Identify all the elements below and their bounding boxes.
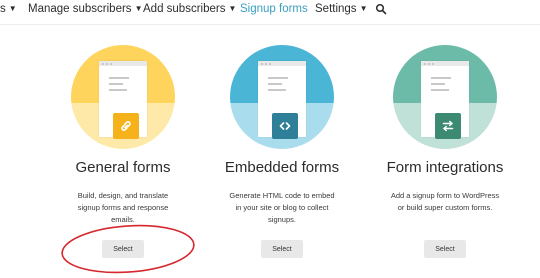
nav-item-signup-forms[interactable]: Signup forms: [240, 3, 308, 15]
general-forms-card: General forms Build, design, and transla…: [58, 45, 188, 226]
card-description: Generate HTML code to embed in your site…: [229, 191, 335, 224]
form-integrations-illustration: [393, 45, 497, 149]
caret-down-icon: ▼: [134, 4, 143, 13]
select-form-integrations-button[interactable]: Select: [424, 240, 466, 258]
nav-item-add-subscribers[interactable]: Add subscribers ▼: [143, 3, 236, 15]
caret-down-icon: ▼: [228, 4, 237, 13]
caret-down-icon: ▼: [8, 4, 17, 13]
form-integrations-card: Form integrations Add a signup form to W…: [380, 45, 510, 214]
nav-item-label: s: [0, 3, 6, 15]
card-description: Add a signup form to WordPress or build …: [390, 191, 500, 212]
top-nav: s ▼ Manage subscribers ▼ Add subscribers ▼ …: [0, 0, 540, 25]
nav-item-manage-subscribers[interactable]: Manage subscribers ▼: [28, 3, 142, 15]
nav-item-label: Signup forms: [240, 3, 308, 15]
nav-item-label: Add subscribers: [143, 3, 226, 15]
select-embedded-forms-button[interactable]: Select: [261, 240, 303, 258]
embedded-forms-card: Embedded forms Generate HTML code to emb…: [217, 45, 347, 226]
card-description: Build, design, and translate signup form…: [77, 191, 169, 224]
embedded-forms-illustration: [230, 45, 334, 149]
general-forms-illustration: [71, 45, 175, 149]
annotation-ellipse: [61, 224, 195, 274]
card-title: Embedded forms: [224, 159, 340, 176]
link-icon: [113, 113, 139, 139]
search-icon[interactable]: [375, 3, 387, 15]
nav-item-label: Settings: [315, 3, 357, 15]
code-icon: [272, 113, 298, 139]
card-title: Form integrations: [386, 159, 504, 176]
nav-item-label: Manage subscribers: [28, 3, 132, 15]
caret-down-icon: ▼: [359, 4, 368, 13]
nav-item-settings[interactable]: Settings ▼: [315, 3, 367, 15]
card-title: General forms: [75, 159, 171, 176]
swap-arrows-icon: [435, 113, 461, 139]
nav-item-partial[interactable]: s ▼: [0, 3, 17, 15]
